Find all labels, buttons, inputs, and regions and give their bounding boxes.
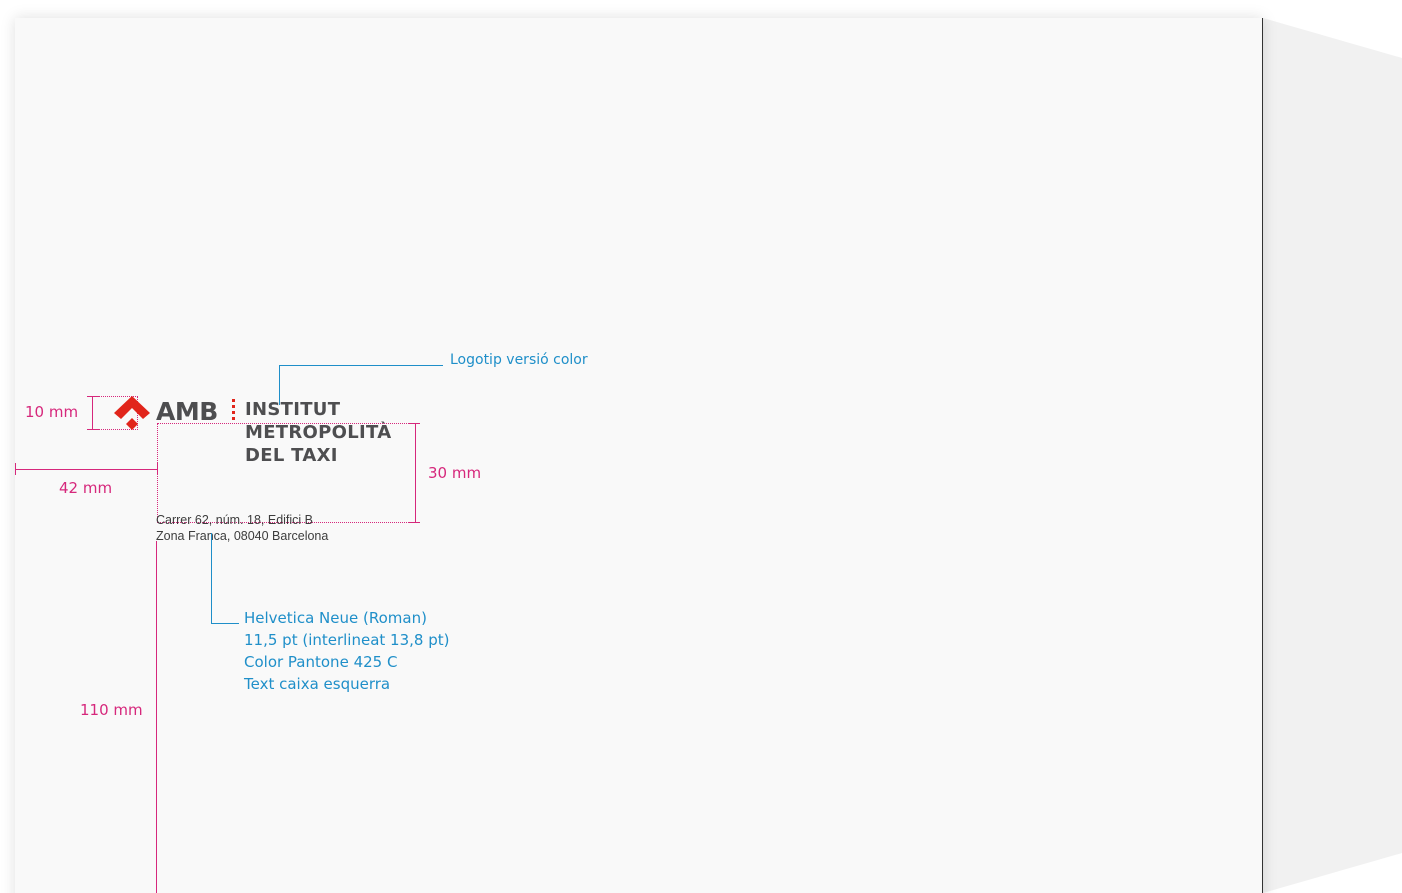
logo-acronym: AMB: [156, 397, 218, 426]
address-line-2: Zona Franca, 08040 Barcelona: [156, 529, 329, 543]
logo-separator-dot: [232, 405, 235, 408]
type-spec-size: 11,5 pt (interlineat 13,8 pt): [244, 631, 450, 649]
type-spec-font: Helvetica Neue (Roman): [244, 609, 427, 627]
amb-symbol-icon: [114, 396, 150, 430]
logo-line-3: DEL TAXI: [245, 445, 338, 466]
dimension-left-margin-tick-right: [157, 463, 158, 475]
type-spec-alignment: Text caixa esquerra: [244, 675, 391, 693]
dimension-left-margin-label: 42 mm: [59, 479, 113, 497]
dimension-block-height-tick-bottom: [409, 522, 420, 523]
logo-line-1: INSTITUT: [245, 399, 341, 420]
dimension-block-height-tick-top: [409, 423, 420, 424]
type-spec-color: Color Pantone 425 C: [244, 653, 398, 671]
logo-separator-dot: [232, 399, 235, 402]
logo-line-2: METROPOLITÀ: [245, 422, 392, 443]
logo-separator-dot: [232, 417, 235, 420]
dimension-logo-height-label: 10 mm: [25, 403, 79, 421]
dimension-left-margin-tick-left: [15, 463, 16, 475]
type-spec-leader-vertical: [211, 533, 212, 624]
logo-separator-dot: [232, 411, 235, 414]
dimension-logo-height-tick-top: [87, 396, 98, 397]
logo-version-note: Logotip versió color: [450, 352, 588, 368]
dimension-logo-height-line: [92, 396, 93, 430]
guide-block-top: [157, 423, 415, 424]
envelope-paper: [15, 18, 1263, 893]
dimension-top-offset-label: 110 mm: [80, 701, 143, 719]
dimension-top-offset-line: [156, 541, 157, 893]
logo-note-leader-horizontal: [279, 365, 443, 366]
dimension-logo-height-tick-bottom: [87, 429, 98, 430]
dimension-left-margin-line: [15, 469, 157, 470]
envelope-spec-canvas: 10 mm AMB INSTITUT METROPOLITÀ DEL TAXI …: [0, 0, 1402, 893]
envelope-edge-line: [1262, 18, 1263, 893]
dimension-block-height-line: [415, 423, 416, 523]
address-line-1: Carrer 62, núm. 18, Edifici B: [156, 513, 314, 527]
type-spec-leader-horizontal: [211, 623, 239, 624]
dimension-block-height-label: 30 mm: [428, 464, 482, 482]
logo-note-leader-vertical: [279, 365, 280, 405]
